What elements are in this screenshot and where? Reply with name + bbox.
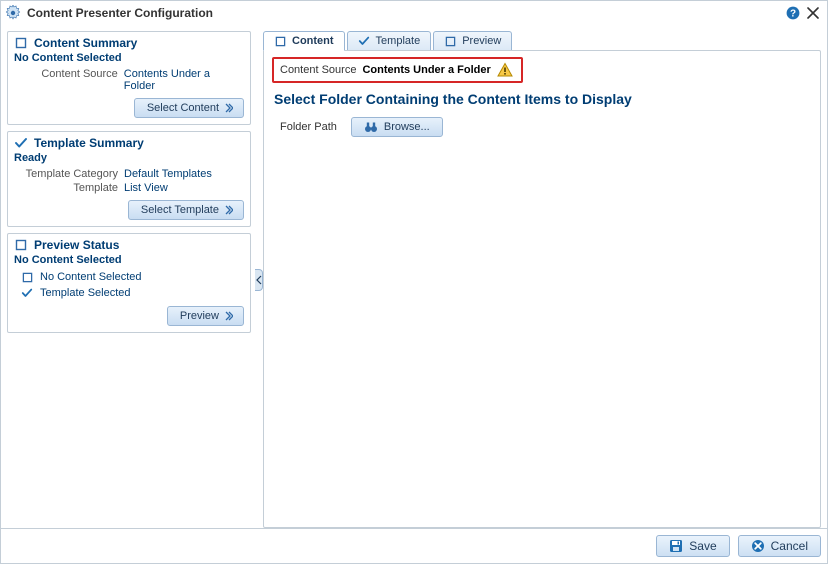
panel-title: Preview Status	[34, 238, 119, 252]
square-icon	[14, 238, 28, 252]
list-item-label: No Content Selected	[40, 271, 142, 283]
tab-label: Preview	[462, 35, 501, 47]
browse-button[interactable]: Browse...	[351, 117, 443, 137]
svg-text:?: ?	[790, 9, 796, 20]
dialog-body: Content Summary No Content Selected Cont…	[1, 25, 827, 528]
chevron-right-icon	[225, 311, 233, 321]
close-icon[interactable]	[805, 5, 821, 21]
sidebar: Content Summary No Content Selected Cont…	[7, 31, 255, 528]
panel-header: Content Summary	[14, 36, 244, 50]
gear-icon	[5, 5, 21, 21]
cancel-button[interactable]: Cancel	[738, 535, 821, 557]
list-item-label: Template Selected	[40, 287, 131, 299]
button-label: Browse...	[384, 121, 430, 133]
footer: Save Cancel	[1, 528, 827, 563]
kv-label: Template	[14, 182, 124, 194]
section-title: Select Folder Containing the Content Ite…	[274, 91, 812, 107]
tab-label: Template	[376, 35, 421, 47]
content-source-highlight: Content Source Contents Under a Folder	[272, 57, 523, 83]
folder-path-row: Folder Path Browse...	[280, 117, 812, 137]
chevron-right-icon	[225, 205, 233, 215]
save-button[interactable]: Save	[656, 535, 729, 557]
preview-list: No Content Selected Template Selected	[20, 270, 244, 300]
tab-label: Content	[292, 35, 334, 47]
kv-row: Content Source Contents Under a Folder	[14, 68, 244, 92]
help-icon[interactable]: ?	[785, 5, 801, 21]
panel-header: Template Summary	[14, 136, 244, 150]
splitter	[255, 31, 263, 528]
panel-header: Preview Status	[14, 238, 244, 252]
folder-path-label: Folder Path	[280, 121, 337, 133]
content-pane: Content Source Contents Under a Folder S…	[263, 50, 821, 528]
tab-preview[interactable]: Preview	[433, 31, 512, 51]
preview-status-panel: Preview Status No Content Selected No Co…	[7, 233, 251, 333]
kv-value: Contents Under a Folder	[124, 68, 244, 92]
collapse-handle[interactable]	[255, 269, 263, 291]
check-icon	[14, 136, 28, 150]
titlebar: Content Presenter Configuration ?	[1, 1, 827, 25]
save-icon	[669, 539, 683, 553]
select-template-button[interactable]: Select Template	[128, 200, 244, 220]
preview-button[interactable]: Preview	[167, 306, 244, 326]
panel-status: No Content Selected	[14, 52, 244, 64]
kv-value: Default Templates	[124, 168, 212, 180]
panel-status: No Content Selected	[14, 254, 244, 266]
kv-label: Content Source	[14, 68, 124, 92]
tab-content[interactable]: Content	[263, 31, 345, 51]
warning-icon	[497, 62, 513, 78]
square-icon	[274, 35, 286, 47]
dialog: Content Presenter Configuration ? Conten…	[0, 0, 828, 564]
select-content-button[interactable]: Select Content	[134, 98, 244, 118]
button-label: Select Content	[147, 102, 219, 114]
button-label: Preview	[180, 310, 219, 322]
kv-value: List View	[124, 182, 168, 194]
panel-status: Ready	[14, 152, 244, 164]
binoculars-icon	[364, 121, 378, 133]
button-label: Save	[689, 539, 716, 553]
content-summary-panel: Content Summary No Content Selected Cont…	[7, 31, 251, 125]
square-icon	[14, 36, 28, 50]
panel-title: Content Summary	[34, 36, 137, 50]
tabs: Content Template Preview	[263, 31, 821, 51]
content-source-label: Content Source	[280, 64, 356, 76]
kv-row: Template Category Default Templates	[14, 168, 244, 180]
cancel-icon	[751, 539, 765, 553]
list-item: Template Selected	[20, 286, 244, 300]
tab-template[interactable]: Template	[347, 31, 432, 51]
content-source-value: Contents Under a Folder	[362, 64, 490, 76]
kv-row: Template List View	[14, 182, 244, 194]
button-label: Cancel	[771, 539, 808, 553]
check-icon	[20, 286, 34, 300]
template-summary-panel: Template Summary Ready Template Category…	[7, 131, 251, 227]
square-icon	[20, 270, 34, 284]
chevron-right-icon	[225, 103, 233, 113]
panel-title: Template Summary	[34, 136, 144, 150]
list-item: No Content Selected	[20, 270, 244, 284]
kv-label: Template Category	[14, 168, 124, 180]
button-label: Select Template	[141, 204, 219, 216]
check-icon	[358, 35, 370, 47]
main: Content Template Preview Content Source …	[263, 31, 821, 528]
square-icon	[444, 35, 456, 47]
dialog-title: Content Presenter Configuration	[27, 6, 781, 20]
